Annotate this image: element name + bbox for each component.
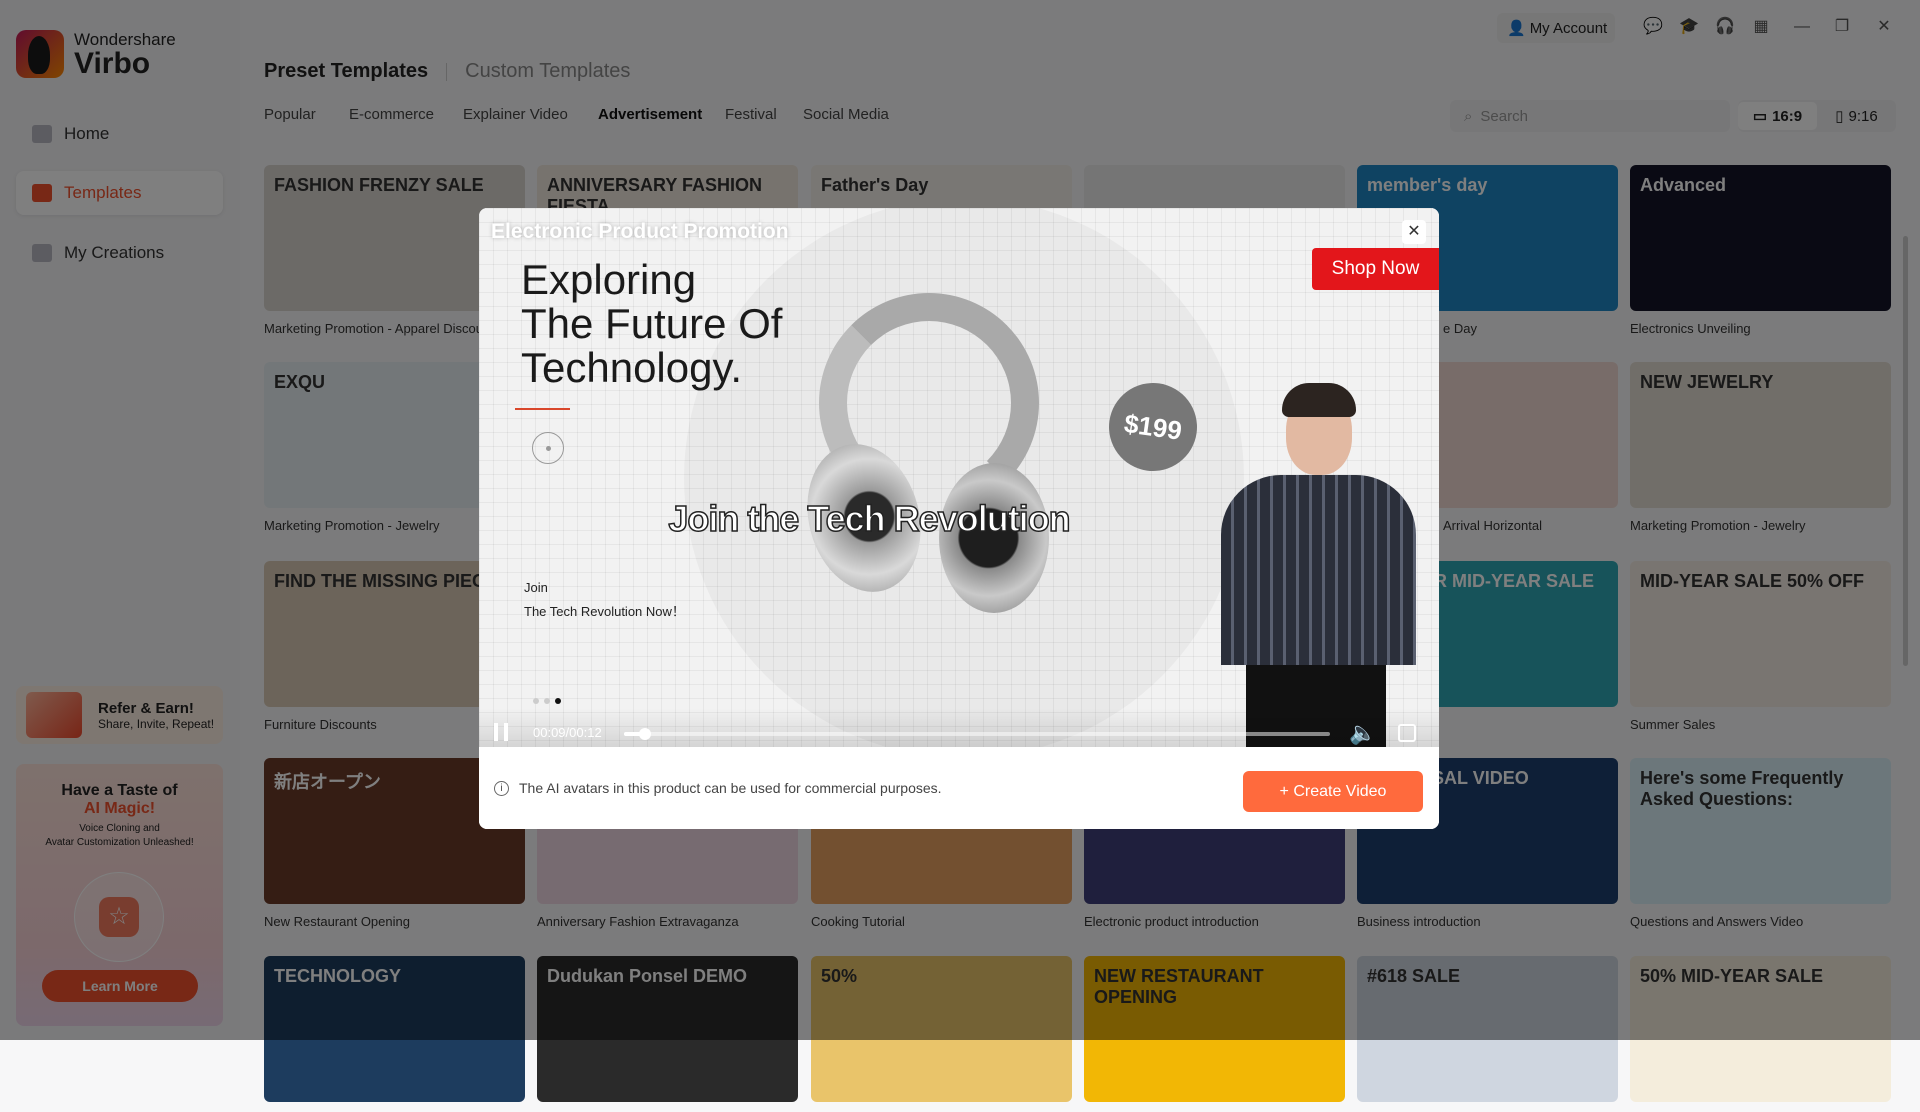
progress-knob[interactable] <box>639 728 652 740</box>
circle-dot-icon <box>532 432 564 464</box>
info-icon: i <box>494 780 509 796</box>
create-video-button[interactable]: + Create Video <box>1243 771 1423 812</box>
progress-slider[interactable] <box>624 728 1330 740</box>
volume-icon[interactable]: 🔈 <box>1349 720 1376 746</box>
accent-line <box>515 408 570 410</box>
ai-avatar <box>1216 383 1421 747</box>
headline-line: Exploring <box>521 256 697 303</box>
headline-line: Technology. <box>521 344 743 391</box>
join-text: The Tech Revolution Now！ <box>524 604 685 619</box>
modal-footer: i The AI avatars in this product can be u… <box>479 747 1439 829</box>
join-text: Join <box>524 580 548 595</box>
pause-icon[interactable] <box>494 723 508 741</box>
video-headline: Exploring The Future Of Technology. <box>521 258 782 390</box>
headline-line: The Future Of <box>521 300 783 347</box>
slide-dots <box>533 698 561 704</box>
fullscreen-icon[interactable] <box>1398 724 1416 742</box>
commercial-use-note: The AI avatars in this product can be us… <box>519 780 942 796</box>
headphones-image <box>791 293 1049 633</box>
video-time: 00:09/00:12 <box>533 725 602 740</box>
video-preview[interactable]: Electronic Product Promotion Exploring Th… <box>479 208 1439 747</box>
close-icon[interactable]: ✕ <box>1402 220 1426 244</box>
template-preview-modal: Electronic Product Promotion Exploring Th… <box>479 208 1439 829</box>
modal-title: Electronic Product Promotion <box>491 220 789 243</box>
shop-now-badge: Shop Now <box>1312 248 1439 290</box>
video-subtitle: Join the Tech Revolution <box>668 497 1072 540</box>
video-controls: 00:09/00:12 🔈 <box>479 708 1439 747</box>
